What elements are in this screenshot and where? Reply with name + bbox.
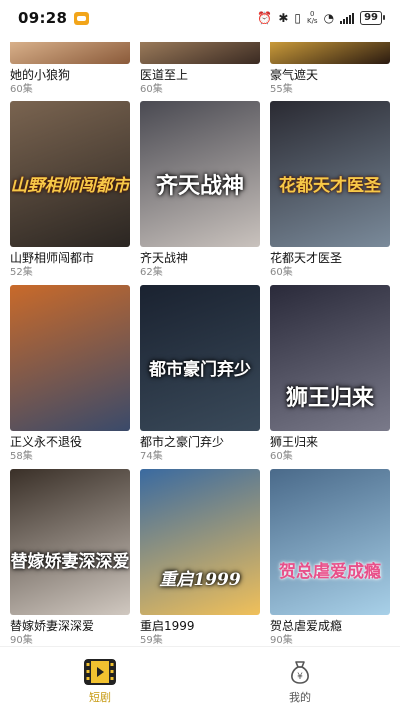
- drama-card[interactable]: 豪气遮天 55集: [270, 42, 390, 97]
- drama-card[interactable]: 重启1999 重启1999 59集: [140, 469, 260, 646]
- drama-card[interactable]: 狮王归来 狮王归来 60集: [270, 285, 390, 464]
- drama-title: 重启1999: [140, 619, 195, 633]
- poster-title-art: 都市豪门弃少: [149, 360, 251, 380]
- drama-title: 贺总虐爱成瘾: [270, 619, 343, 633]
- drama-episode-count: 60集: [270, 451, 293, 462]
- poster-title-art: 替嫁娇妻深深爱: [10, 552, 130, 572]
- film-icon: [83, 657, 117, 687]
- money-bag-icon: ¥: [283, 657, 317, 687]
- drama-episode-count: 52集: [10, 267, 33, 278]
- drama-card[interactable]: 花都天才医圣 花都天才医圣 60集: [270, 101, 390, 280]
- drama-episode-count: 58集: [10, 451, 33, 462]
- bluetooth-icon: ✱: [278, 11, 289, 25]
- wifi-icon: ◔: [323, 11, 335, 25]
- poster-title-art: 重启1999: [159, 570, 241, 590]
- network-speed-unit: K/s: [306, 17, 318, 25]
- alarm-icon: ⏰: [257, 11, 273, 25]
- drama-episode-count: 62集: [140, 267, 163, 278]
- nav-tab-mine[interactable]: ¥ 我的: [200, 647, 400, 711]
- status-icons: ⏰ ✱ ▯ 0 K/s ◔ 99: [257, 11, 385, 25]
- bottom-nav: 短剧 ¥ 我的: [0, 646, 400, 711]
- drama-poster[interactable]: [140, 42, 260, 64]
- poster-title-art: 齐天战神: [155, 173, 244, 199]
- drama-poster[interactable]: [10, 42, 130, 64]
- drama-title: 狮王归来: [270, 435, 319, 449]
- drama-title: 她的小狼狗: [10, 68, 71, 82]
- drama-card[interactable]: 贺总虐爱成瘾 贺总虐爱成瘾 90集: [270, 469, 390, 646]
- vibrate-icon: ▯: [294, 11, 301, 25]
- drama-poster[interactable]: 重启1999: [140, 469, 260, 615]
- drama-card[interactable]: 都市豪门弃少 都市之豪门弃少 74集: [140, 285, 260, 464]
- drama-poster[interactable]: 花都天才医圣: [270, 101, 390, 247]
- drama-poster[interactable]: 狮王归来: [270, 285, 390, 431]
- drama-title: 山野相师闯都市: [10, 251, 95, 265]
- svg-text:¥: ¥: [297, 672, 303, 682]
- drama-title: 正义永不退役: [10, 435, 83, 449]
- status-bar: 09:28 ⏰ ✱ ▯ 0 K/s ◔ 99: [0, 0, 400, 36]
- drama-title: 都市之豪门弃少: [140, 435, 225, 449]
- drama-card[interactable]: 医道至上 60集: [140, 42, 260, 97]
- drama-episode-count: 60集: [140, 84, 163, 95]
- drama-episode-count: 90集: [270, 635, 293, 646]
- nav-tab-short-drama[interactable]: 短剧: [0, 647, 200, 711]
- drama-card[interactable]: 正义永不退役 58集: [10, 285, 130, 464]
- drama-poster[interactable]: 都市豪门弃少: [140, 285, 260, 431]
- drama-title: 替嫁娇妻深深爱: [10, 619, 95, 633]
- signal-icon: [340, 12, 355, 24]
- drama-episode-count: 55集: [270, 84, 293, 95]
- drama-episode-count: 90集: [10, 635, 33, 646]
- drama-poster[interactable]: [10, 285, 130, 431]
- drama-title: 花都天才医圣: [270, 251, 343, 265]
- drama-episode-count: 74集: [140, 451, 163, 462]
- network-speed: 0 K/s: [307, 11, 318, 25]
- battery-icon: 99: [360, 11, 385, 25]
- drama-episode-count: 60集: [10, 84, 33, 95]
- poster-title-art: 花都天才医圣: [279, 176, 381, 196]
- drama-card[interactable]: 替嫁娇妻深深爱 替嫁娇妻深深爱 90集: [10, 469, 130, 646]
- poster-title-art: 山野相师闯都市: [10, 176, 130, 196]
- drama-title: 齐天战神: [140, 251, 189, 265]
- drama-poster[interactable]: 贺总虐爱成瘾: [270, 469, 390, 615]
- drama-card[interactable]: 她的小狼狗 60集: [10, 42, 130, 97]
- drama-poster[interactable]: 替嫁娇妻深深爱: [10, 469, 130, 615]
- poster-title-art: 狮王归来: [285, 385, 374, 411]
- drama-title: 豪气遮天: [270, 68, 319, 82]
- drama-poster[interactable]: 齐天战神: [140, 101, 260, 247]
- drama-poster[interactable]: [270, 42, 390, 64]
- status-time: 09:28: [18, 9, 68, 27]
- poster-title-art: 贺总虐爱成瘾: [279, 562, 381, 582]
- notification-app-icon: [74, 11, 90, 25]
- nav-label: 我的: [289, 691, 311, 704]
- nav-label: 短剧: [89, 691, 111, 704]
- drama-title: 医道至上: [140, 68, 189, 82]
- drama-episode-count: 60集: [270, 267, 293, 278]
- drama-episode-count: 59集: [140, 635, 163, 646]
- drama-card[interactable]: 齐天战神 齐天战神 62集: [140, 101, 260, 280]
- drama-grid: 她的小狼狗 60集 医道至上 60集 豪气遮天 55集 山野相师闯都市 山野相师…: [0, 36, 400, 646]
- drama-poster[interactable]: 山野相师闯都市: [10, 101, 130, 247]
- drama-card[interactable]: 山野相师闯都市 山野相师闯都市 52集: [10, 101, 130, 280]
